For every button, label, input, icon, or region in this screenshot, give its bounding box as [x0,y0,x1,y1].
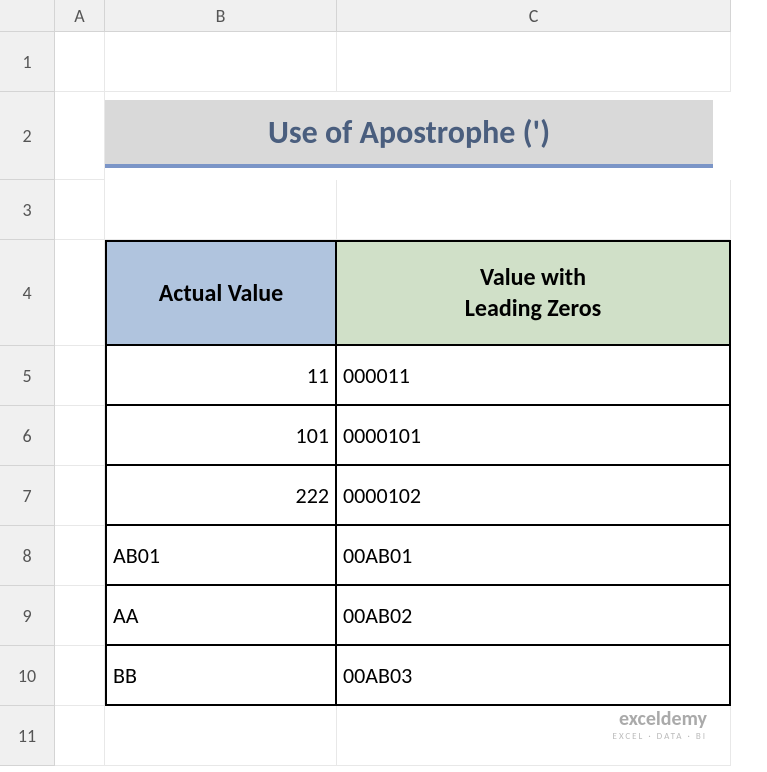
header-zeros-line1: Value with [480,262,586,293]
cell-B11[interactable] [105,706,337,766]
col-header-B[interactable]: B [105,0,337,32]
spreadsheet-grid: A B C 1 2 Use of Apostrophe (') 3 4 Actu… [0,0,767,766]
cell-A8[interactable] [55,526,105,586]
header-leading-zeros[interactable]: Value with Leading Zeros [337,240,731,346]
cell-B8[interactable]: AB01 [105,526,337,586]
header-actual-value[interactable]: Actual Value [105,240,337,346]
cell-A5[interactable] [55,346,105,406]
row-header-4[interactable]: 4 [0,240,55,346]
row-header-1[interactable]: 1 [0,32,55,92]
cell-B9[interactable]: AA [105,586,337,646]
row-header-3[interactable]: 3 [0,180,55,240]
cell-B6[interactable]: 101 [105,406,337,466]
cell-C3[interactable] [337,180,731,240]
cell-A10[interactable] [55,646,105,706]
row-header-2[interactable]: 2 [0,92,55,180]
cell-C5[interactable]: 000011 [337,346,731,406]
title-cell[interactable]: Use of Apostrophe (') [105,100,713,168]
row-header-8[interactable]: 8 [0,526,55,586]
cell-A11[interactable] [55,706,105,766]
row-header-9[interactable]: 9 [0,586,55,646]
cell-A6[interactable] [55,406,105,466]
cell-C6[interactable]: 0000101 [337,406,731,466]
row-header-6[interactable]: 6 [0,406,55,466]
cell-C10[interactable]: 00AB03 [337,646,731,706]
cell-A7[interactable] [55,466,105,526]
cell-B3[interactable] [105,180,337,240]
cell-C1[interactable] [337,32,731,92]
row-header-10[interactable]: 10 [0,646,55,706]
cell-A4[interactable] [55,240,105,346]
cell-B10[interactable]: BB [105,646,337,706]
cell-B7[interactable]: 222 [105,466,337,526]
cell-B5[interactable]: 11 [105,346,337,406]
col-header-A[interactable]: A [55,0,105,32]
row-header-7[interactable]: 7 [0,466,55,526]
row-header-5[interactable]: 5 [0,346,55,406]
cell-C8[interactable]: 00AB01 [337,526,731,586]
cell-C9[interactable]: 00AB02 [337,586,731,646]
row-header-11[interactable]: 11 [0,706,55,766]
watermark-brand: exceldemy [613,707,707,731]
col-header-C[interactable]: C [337,0,731,32]
corner-cell [0,0,55,32]
cell-A1[interactable] [55,32,105,92]
cell-A3[interactable] [55,180,105,240]
cell-B1[interactable] [105,32,337,92]
cell-C7[interactable]: 0000102 [337,466,731,526]
watermark: exceldemy EXCEL · DATA · BI [613,707,707,742]
cell-A2[interactable] [55,92,105,180]
header-zeros-line2: Leading Zeros [465,293,601,324]
watermark-sub: EXCEL · DATA · BI [613,731,707,742]
cell-A9[interactable] [55,586,105,646]
